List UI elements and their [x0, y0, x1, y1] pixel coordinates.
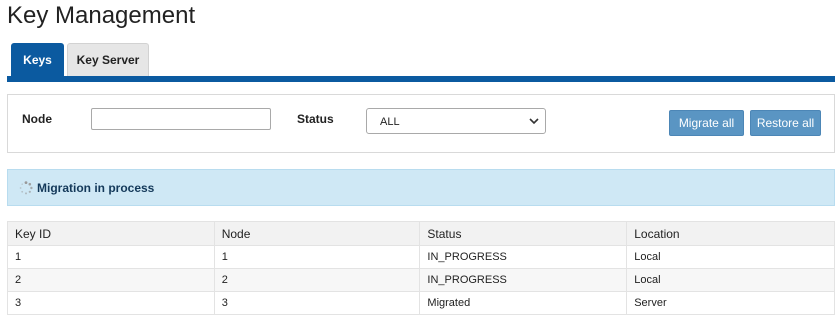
cell-key-id: 2 [7, 268, 215, 292]
filter-panel: Node Status ALL Migrate all Restore all [7, 94, 835, 153]
tab-underline [7, 76, 835, 82]
tab-strip: Keys Key Server [11, 43, 149, 76]
banner-text: Migration in process [37, 181, 155, 195]
table-row[interactable]: 2 2 IN_PROGRESS Local [7, 268, 835, 292]
tab-key-server[interactable]: Key Server [67, 43, 149, 76]
cell-status: IN_PROGRESS [419, 268, 628, 292]
table-row[interactable]: 3 3 Migrated Server [7, 291, 835, 315]
node-input[interactable] [91, 108, 271, 130]
table-header-row: Key ID Node Status Location [7, 221, 835, 246]
tab-keys[interactable]: Keys [11, 43, 64, 76]
column-header-location[interactable]: Location [626, 221, 835, 246]
column-header-key-id[interactable]: Key ID [7, 221, 215, 246]
cell-status: Migrated [419, 291, 628, 315]
page-title: Key Management [7, 2, 196, 29]
migrate-all-button[interactable]: Migrate all [669, 110, 744, 136]
status-label: Status [297, 112, 334, 126]
migration-banner: Migration in process [7, 169, 835, 206]
chevron-down-icon [529, 113, 539, 132]
cell-location: Local [626, 245, 835, 269]
spinner-icon [19, 181, 33, 195]
status-select[interactable]: ALL [366, 108, 546, 134]
restore-all-button[interactable]: Restore all [750, 110, 821, 136]
cell-node: 2 [213, 268, 421, 292]
cell-location: Local [626, 268, 835, 292]
column-header-node[interactable]: Node [213, 221, 421, 246]
cell-node: 1 [213, 245, 421, 269]
cell-key-id: 1 [7, 245, 215, 269]
column-header-status[interactable]: Status [419, 221, 628, 246]
cell-status: IN_PROGRESS [419, 245, 628, 269]
table-row[interactable]: 1 1 IN_PROGRESS Local [7, 245, 835, 269]
status-select-value: ALL [380, 116, 400, 128]
cell-location: Server [626, 291, 835, 315]
keys-table: Key ID Node Status Location 1 1 IN_PROGR… [7, 221, 835, 315]
cell-key-id: 3 [7, 291, 215, 315]
cell-node: 3 [213, 291, 421, 315]
node-label: Node [22, 112, 52, 126]
